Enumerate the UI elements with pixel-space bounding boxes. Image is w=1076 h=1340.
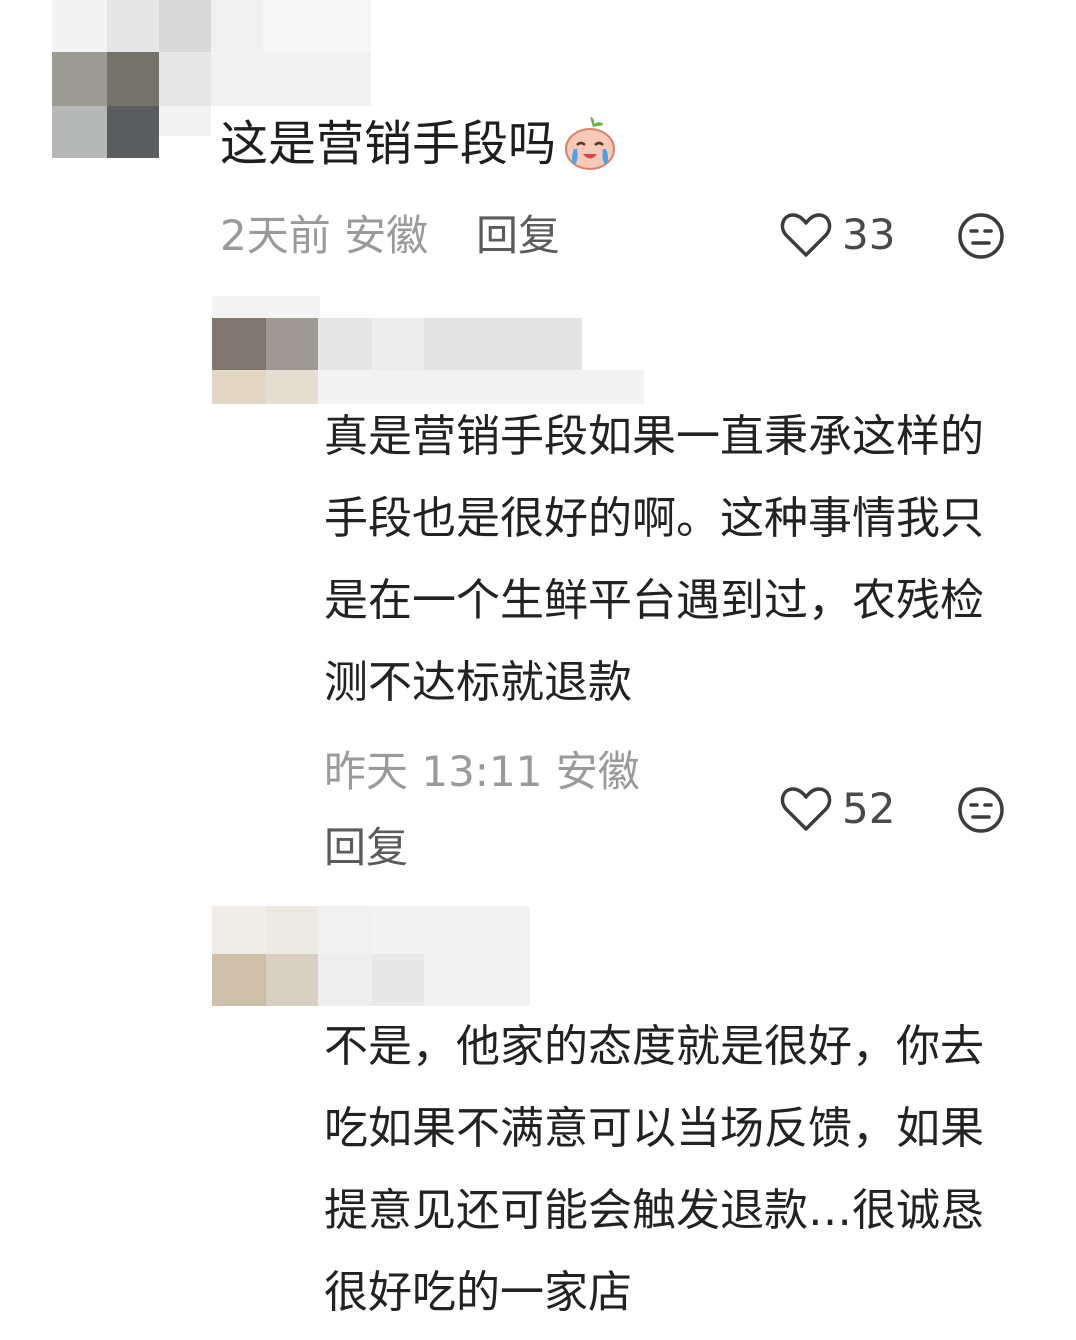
reply-button[interactable]: 回复 bbox=[476, 210, 560, 262]
comment-text-content: 这是营销手段吗 bbox=[220, 116, 557, 172]
reply-text: 真是营销手段如果一直秉承这样的手段也是很好的啊。这种事情我只是在一个生鲜平台遇到… bbox=[324, 411, 984, 708]
reply-text: 不是，他家的态度就是很好，你去吃如果不满意可以当场反馈，如果提意见还可能会触发退… bbox=[324, 1021, 984, 1318]
reply-meta: 昨天 13:11 安徽 bbox=[324, 746, 640, 798]
reply-location: 安徽 bbox=[555, 747, 640, 796]
comment-location: 安徽 bbox=[344, 211, 429, 260]
like-count: 52 bbox=[842, 784, 896, 833]
heart-outline-icon bbox=[780, 786, 832, 831]
dislike-button[interactable] bbox=[957, 786, 1005, 834]
reply-button[interactable]: 回复 bbox=[324, 822, 408, 874]
like-button[interactable]: 52 bbox=[780, 784, 895, 833]
comment-text: 这是营销手段吗 bbox=[220, 112, 620, 177]
crying-face-emoji bbox=[560, 113, 620, 173]
comment-meta: 2天前 安徽 bbox=[220, 210, 428, 262]
reply-avatar-blurred[interactable] bbox=[212, 906, 530, 1006]
dislike-button[interactable] bbox=[957, 212, 1005, 260]
heart-outline-icon bbox=[780, 212, 832, 257]
neutral-face-icon bbox=[958, 213, 1004, 259]
like-button[interactable]: 33 bbox=[780, 210, 895, 259]
reply-avatar-blurred[interactable] bbox=[212, 296, 644, 406]
like-count: 33 bbox=[842, 210, 896, 259]
neutral-face-icon bbox=[958, 787, 1004, 833]
comment-time: 2天前 bbox=[220, 211, 331, 260]
reply-time: 昨天 13:11 bbox=[324, 747, 543, 796]
